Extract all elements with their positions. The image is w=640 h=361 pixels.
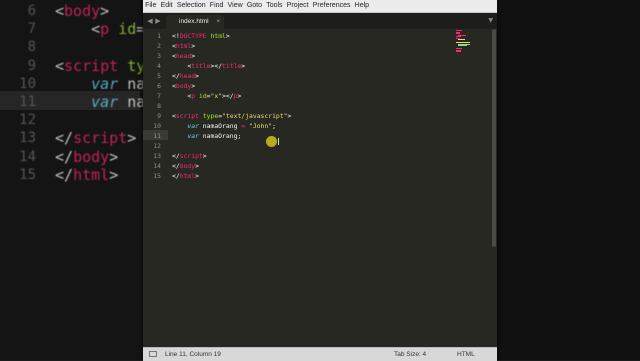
minimap-stroke bbox=[458, 45, 467, 46]
bg-right-panel bbox=[497, 0, 640, 360]
mouse-cursor-icon: I bbox=[277, 137, 280, 148]
bg-code-line: var nam bbox=[91, 93, 155, 111]
menu-item-view[interactable]: View bbox=[226, 2, 245, 9]
menu-item-selection[interactable]: Selection bbox=[175, 2, 208, 9]
code-line[interactable]: <script type="text/javascript"> bbox=[172, 111, 291, 121]
tab-label: index.html bbox=[179, 18, 209, 25]
minimap-stroke bbox=[458, 39, 465, 40]
menu-item-goto[interactable]: Goto bbox=[245, 2, 264, 9]
bg-line-number: 6 bbox=[27, 3, 36, 19]
code-line[interactable]: <title></title> bbox=[172, 61, 245, 71]
code-editor[interactable]: 1 <!DOCTYPE html> 2 <html> 3 <head> 4 <title><… bbox=[143, 29, 497, 347]
bg-code-line: <p id=" bbox=[55, 20, 154, 39]
line-number: 7 bbox=[157, 92, 161, 100]
vertical-scrollbar[interactable] bbox=[492, 29, 496, 247]
menu-item-find[interactable]: Find bbox=[208, 2, 226, 9]
chevron-down-icon[interactable]: ▼ bbox=[488, 16, 493, 26]
nav-forward-icon[interactable]: ▶ bbox=[154, 16, 162, 26]
code-line[interactable]: </script> bbox=[172, 151, 207, 161]
line-number: 13 bbox=[153, 152, 161, 160]
code-line[interactable]: <!DOCTYPE html> bbox=[172, 31, 230, 41]
panel-toggle-icon[interactable] bbox=[149, 351, 157, 357]
bg-line-number: 7 bbox=[27, 21, 36, 38]
mouse-highlight bbox=[266, 136, 277, 147]
editor-window: File Edit Selection Find View Goto Tools Projec… bbox=[143, 0, 497, 361]
bg-code-line: <body> bbox=[55, 2, 110, 20]
code-line[interactable]: </body> bbox=[172, 161, 199, 171]
nav-back-icon[interactable]: ◀ bbox=[146, 16, 154, 26]
menu-item-preferences[interactable]: Preferences bbox=[311, 2, 353, 9]
bg-line-number: 12 bbox=[19, 112, 36, 129]
cursor-position: Line 11, Column 19 bbox=[165, 351, 221, 358]
bg-line-number: 15 bbox=[19, 166, 36, 183]
line-number: 10 bbox=[153, 122, 161, 130]
line-number: 12 bbox=[153, 142, 161, 150]
line-number: 1 bbox=[157, 32, 161, 40]
bg-line-number: 10 bbox=[19, 75, 36, 92]
bg-line-number: 8 bbox=[27, 39, 36, 56]
bg-line-number: 11 bbox=[19, 94, 36, 110]
line-number: 8 bbox=[157, 102, 161, 110]
line-number: 11 bbox=[153, 132, 161, 140]
menu-item-edit[interactable]: Edit bbox=[158, 2, 174, 9]
bg-line-number: 13 bbox=[19, 130, 36, 147]
line-number: 3 bbox=[157, 52, 161, 60]
bg-line-number: 14 bbox=[19, 148, 36, 165]
code-line[interactable]: <body> bbox=[172, 81, 195, 91]
bg-code-line: </html> bbox=[55, 165, 119, 184]
tab-index-html[interactable]: index.html × bbox=[166, 15, 224, 29]
line-number: 6 bbox=[157, 82, 161, 90]
menu-item-tools[interactable]: Tools bbox=[264, 2, 285, 9]
line-number: 15 bbox=[153, 172, 161, 180]
bg-code-line: </script> bbox=[55, 129, 137, 148]
line-number: 4 bbox=[157, 62, 161, 70]
tab-size[interactable]: Tab Size: 4 bbox=[394, 348, 426, 361]
bg-code-line: </body> bbox=[55, 147, 119, 166]
code-line[interactable]: <html> bbox=[172, 41, 195, 51]
menu-bar: File Edit Selection Find View Goto Tools Projec… bbox=[143, 0, 497, 13]
code-line[interactable]: </html> bbox=[172, 171, 199, 181]
code-line[interactable]: <head> bbox=[172, 51, 195, 61]
menu-item-file[interactable]: File bbox=[143, 2, 158, 9]
line-number: 5 bbox=[157, 72, 161, 80]
code-line[interactable]: var namaOrang = "John"; bbox=[172, 121, 276, 131]
line-number: 2 bbox=[157, 42, 161, 50]
line-number: 14 bbox=[153, 162, 161, 170]
line-number: 9 bbox=[157, 112, 161, 120]
status-bar: Line 11, Column 19 Tab Size: 4 HTML bbox=[143, 347, 497, 361]
code-line[interactable]: </head> bbox=[172, 71, 199, 81]
close-icon[interactable]: × bbox=[216, 15, 220, 29]
menu-item-project[interactable]: Project bbox=[285, 2, 311, 9]
code-line[interactable]: <p id="x"></p> bbox=[172, 91, 241, 101]
minimap-stroke bbox=[456, 51, 461, 52]
menu-item-help[interactable]: Help bbox=[353, 2, 372, 9]
tab-bar: ◀ ▶ index.html × ▼ bbox=[143, 13, 497, 29]
minimap[interactable] bbox=[456, 29, 476, 59]
code-line[interactable]: var namaOrang; bbox=[172, 131, 241, 141]
bg-line-number: 9 bbox=[27, 57, 36, 74]
syntax-mode[interactable]: HTML bbox=[457, 348, 475, 361]
bg-code-line: var nam bbox=[91, 74, 155, 93]
